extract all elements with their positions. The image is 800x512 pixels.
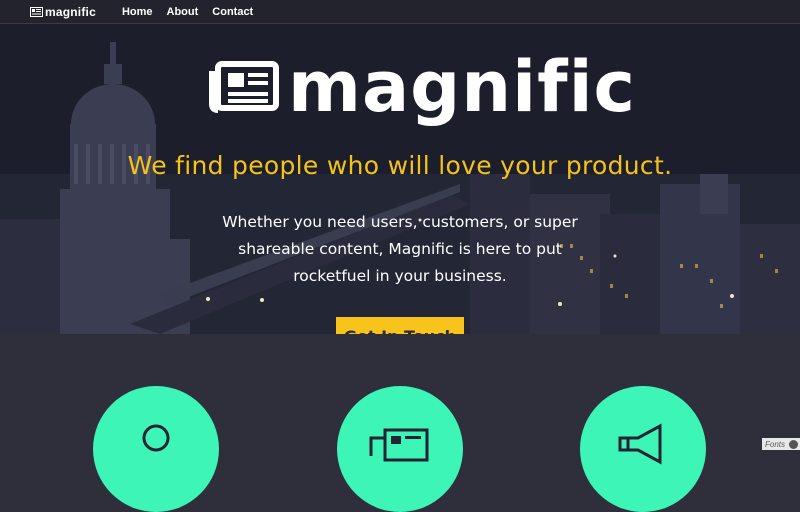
fonts-badge-icon (789, 439, 799, 449)
nav-link-contact[interactable]: Contact (212, 6, 253, 18)
nav-link-home[interactable]: Home (122, 6, 153, 18)
hero-section: magnific We find people who will love yo… (0, 24, 800, 334)
feature-megaphone-circle (580, 386, 706, 512)
hero-description: Whether you need users, customers, or su… (222, 213, 578, 285)
feature-person-circle (93, 386, 219, 512)
get-in-touch-button[interactable]: Get In Touch (336, 317, 464, 334)
newspaper-icon (369, 428, 429, 462)
fonts-badge[interactable]: Fonts (762, 438, 800, 450)
hero-logo-text: magnific (288, 46, 637, 128)
feature-newspaper-circle (337, 386, 463, 512)
top-nav: magnific Home About Contact (0, 0, 800, 24)
nav-link-about[interactable]: About (167, 6, 199, 18)
person-icon (142, 424, 170, 452)
fonts-badge-label: Fonts (765, 439, 786, 449)
hero-tagline: We find people who will love your produc… (127, 151, 673, 180)
newspaper-logo-icon (30, 6, 43, 17)
nav-brand-text: magnific (45, 4, 96, 19)
nav-links: Home About Contact (122, 6, 267, 18)
nav-brand[interactable]: magnific (30, 5, 96, 19)
hero-logo: magnific (208, 52, 636, 122)
newspaper-logo-icon (209, 61, 279, 113)
megaphone-icon (618, 423, 662, 465)
